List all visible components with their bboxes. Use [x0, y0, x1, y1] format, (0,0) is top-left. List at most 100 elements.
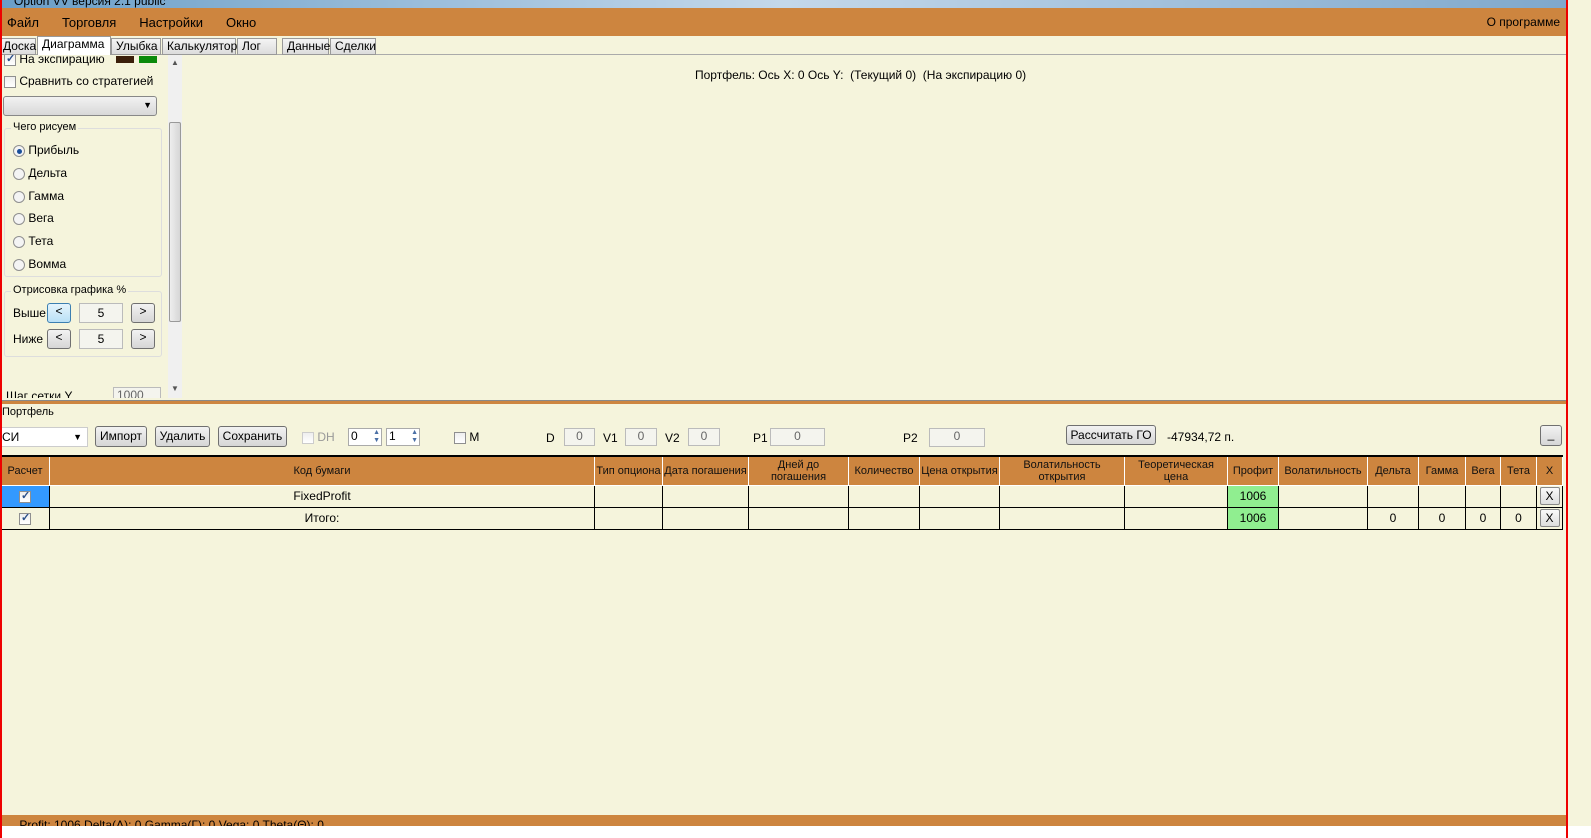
- left-panel-scrollbar[interactable]: ▲ ▼: [168, 55, 182, 398]
- radio-icon[interactable]: [13, 190, 25, 203]
- cell[interactable]: [999, 484, 1125, 508]
- code-cell[interactable]: FixedProfit: [49, 484, 595, 508]
- tab-deals[interactable]: Сделки: [330, 38, 376, 55]
- col-gamma[interactable]: Гамма: [1418, 455, 1466, 486]
- gamma-cell[interactable]: [1418, 484, 1466, 508]
- col-volatility[interactable]: Волатильность: [1278, 455, 1368, 486]
- cell[interactable]: [1124, 506, 1228, 530]
- spinner-arrows-icon[interactable]: ▲ ▼: [411, 429, 418, 445]
- radio-gamma[interactable]: Гамма: [13, 189, 64, 203]
- remove-row-button[interactable]: X: [1539, 509, 1560, 527]
- compare-checkbox-row[interactable]: Сравнить со стратегией: [4, 74, 153, 88]
- radio-icon[interactable]: [13, 167, 25, 180]
- menu-trading[interactable]: Торговля: [55, 15, 126, 30]
- gamma-cell[interactable]: 0: [1418, 506, 1466, 530]
- delete-button[interactable]: Удалить: [155, 426, 210, 447]
- cell[interactable]: [748, 484, 849, 508]
- cell[interactable]: [1278, 506, 1368, 530]
- radio-icon[interactable]: [13, 144, 25, 157]
- theta-cell[interactable]: 0: [1500, 506, 1537, 530]
- calc-cell[interactable]: [0, 484, 50, 508]
- delta-cell[interactable]: [1367, 484, 1419, 508]
- below-decrease-button[interactable]: <: [47, 329, 71, 349]
- below-increase-button[interactable]: >: [131, 329, 155, 349]
- col-calc[interactable]: Расчет: [0, 455, 50, 486]
- col-days-to-expiry[interactable]: Дней до погашения: [748, 455, 849, 486]
- dh-checkbox[interactable]: [302, 431, 314, 444]
- spinner-arrows-icon[interactable]: ▲ ▼: [373, 429, 380, 445]
- radio-vomma[interactable]: Вомма: [13, 257, 66, 271]
- menu-window[interactable]: Окно: [219, 15, 266, 30]
- tab-board[interactable]: Доска: [0, 38, 36, 55]
- radio-delta[interactable]: Дельта: [13, 166, 67, 180]
- col-x[interactable]: X: [1536, 455, 1563, 486]
- cell[interactable]: [848, 484, 920, 508]
- cell[interactable]: [594, 484, 663, 508]
- col-option-type[interactable]: Тип опциона: [594, 455, 663, 486]
- col-theta[interactable]: Тета: [1500, 455, 1537, 486]
- tab-data[interactable]: Данные: [282, 38, 330, 55]
- cell[interactable]: [848, 506, 920, 530]
- calc-checkbox[interactable]: [19, 511, 31, 525]
- p2-input[interactable]: 0: [929, 428, 985, 447]
- cell[interactable]: [919, 484, 1000, 508]
- m-checkbox-row[interactable]: M: [454, 430, 479, 444]
- menu-file[interactable]: Файл: [0, 15, 49, 30]
- calculate-go-button[interactable]: Рассчитать ГО: [1066, 425, 1156, 445]
- tab-log[interactable]: Лог: [237, 38, 277, 55]
- current-color-swatch[interactable]: [116, 56, 134, 63]
- v1-input[interactable]: 0: [625, 428, 657, 446]
- d-input[interactable]: 0: [564, 428, 595, 446]
- chart-area[interactable]: Портфель: Ось X: 0 Ось Y: (Текущий 0) (Н…: [182, 55, 1566, 398]
- compare-checkbox[interactable]: [4, 75, 16, 88]
- cell[interactable]: [1124, 484, 1228, 508]
- scroll-up-icon[interactable]: ▲: [171, 58, 179, 67]
- calc-checkbox[interactable]: [19, 489, 31, 503]
- table-row-total[interactable]: Итого: 1006 0 0 0 0 X: [0, 506, 1563, 530]
- radio-icon[interactable]: [13, 235, 25, 248]
- col-expiry-date[interactable]: Дата погашения: [662, 455, 749, 486]
- scroll-down-icon[interactable]: ▼: [171, 384, 179, 393]
- profit-cell[interactable]: 1006: [1227, 484, 1279, 508]
- p1-input[interactable]: 0: [770, 428, 825, 446]
- scroll-thumb[interactable]: [169, 122, 181, 322]
- radio-icon[interactable]: [13, 212, 25, 225]
- expiration-color-swatch[interactable]: [139, 56, 157, 63]
- panel-splitter[interactable]: [0, 400, 1566, 404]
- col-quantity[interactable]: Количество: [848, 455, 920, 486]
- calc-cell[interactable]: [0, 506, 50, 530]
- col-vega[interactable]: Вега: [1465, 455, 1501, 486]
- cell[interactable]: [662, 484, 749, 508]
- col-open-price[interactable]: Цена открытия: [919, 455, 1000, 486]
- m-checkbox[interactable]: [454, 431, 466, 444]
- table-row[interactable]: FixedProfit 1006 X: [0, 484, 1563, 508]
- vega-cell[interactable]: 0: [1465, 506, 1501, 530]
- menu-about[interactable]: О программе: [1487, 15, 1560, 29]
- cell[interactable]: [999, 506, 1125, 530]
- spinner-1[interactable]: 0 ▲ ▼: [348, 428, 382, 446]
- radio-vega[interactable]: Вега: [13, 211, 54, 225]
- cell[interactable]: [1278, 484, 1368, 508]
- code-cell[interactable]: Итого:: [49, 506, 595, 530]
- above-decrease-button[interactable]: <: [47, 303, 71, 323]
- tab-smile[interactable]: Улыбка: [111, 38, 161, 55]
- spinner-2[interactable]: 1 ▲ ▼: [386, 428, 420, 446]
- radio-icon[interactable]: [13, 258, 25, 271]
- profit-cell[interactable]: 1006: [1227, 506, 1279, 530]
- col-open-volatility[interactable]: Волатильность открытия: [999, 455, 1125, 486]
- col-theoretical-price[interactable]: Теоретическая цена: [1124, 455, 1228, 486]
- remove-row-button[interactable]: X: [1539, 487, 1560, 505]
- tab-calculator[interactable]: Калькулятор: [162, 38, 237, 55]
- grid-step-input[interactable]: 1000: [113, 387, 161, 398]
- expiration-checkbox[interactable]: [4, 55, 16, 66]
- theta-cell[interactable]: [1500, 484, 1537, 508]
- cell[interactable]: [919, 506, 1000, 530]
- radio-profit[interactable]: Прибыль: [13, 143, 79, 157]
- v2-input[interactable]: 0: [688, 428, 720, 446]
- col-code[interactable]: Код бумаги: [49, 455, 595, 486]
- vega-cell[interactable]: [1465, 484, 1501, 508]
- radio-theta[interactable]: Тета: [13, 234, 53, 248]
- delta-cell[interactable]: 0: [1367, 506, 1419, 530]
- strategy-select[interactable]: ▼: [3, 96, 157, 116]
- menu-settings[interactable]: Настройки: [132, 15, 213, 30]
